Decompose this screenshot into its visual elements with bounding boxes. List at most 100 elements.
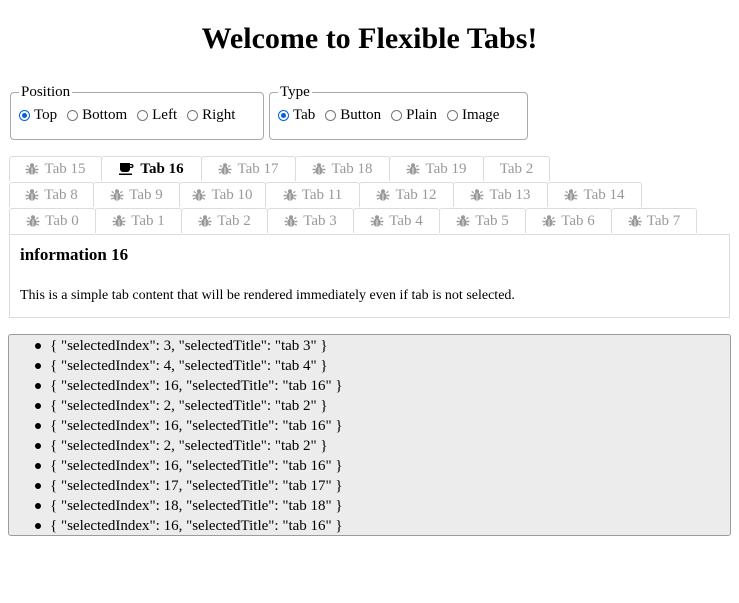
bug-icon: [198, 214, 217, 228]
radio-button[interactable]: [19, 110, 30, 121]
position-option-right[interactable]: Right: [187, 107, 235, 124]
tab-tab-14[interactable]: Tab 14: [547, 182, 642, 207]
tab-label: Tab 12: [395, 186, 437, 203]
page-title: Welcome to Flexible Tabs!: [201, 22, 538, 55]
log-entry: { "selectedIndex": 16, "selectedTitle": …: [35, 376, 343, 396]
tab-label: Tab 13: [489, 186, 531, 203]
tab-tab-9[interactable]: Tab 9: [93, 182, 180, 207]
tab-tab-13[interactable]: Tab 13: [453, 182, 548, 207]
type-legend: Type: [280, 84, 310, 100]
event-log-list: { "selectedIndex": 3, "selectedTitle": "…: [35, 336, 343, 536]
log-entry: { "selectedIndex": 4, "selectedTitle": "…: [35, 356, 343, 376]
radio-label: Plain: [406, 107, 437, 123]
log-entry: { "selectedIndex": 16, "selectedTitle": …: [35, 456, 343, 476]
tab-label: Tab 3: [303, 212, 337, 229]
tab-row-1: Tab 15 Tab 16 Tab 17 Tab 18 Tab 19 Tab 2: [9, 156, 550, 181]
tab-tab-4[interactable]: Tab 4: [353, 208, 440, 233]
radio-label: Tab: [293, 107, 316, 123]
tab-label: Tab 4: [389, 212, 423, 229]
bug-icon: [25, 162, 44, 176]
position-option-bottom[interactable]: Bottom: [67, 107, 127, 124]
tab-label: Tab 14: [583, 186, 625, 203]
type-fieldset: Type Tab Button Plain Image: [269, 84, 528, 140]
tab-label: Tab 2: [499, 160, 534, 177]
radio-label: Button: [340, 107, 382, 123]
tab-label: Tab 2: [217, 212, 251, 229]
content-heading: information 16: [20, 245, 129, 264]
tab-label: Tab 7: [646, 212, 681, 229]
tab-tab-5[interactable]: Tab 5: [439, 208, 526, 233]
tab-tab-17[interactable]: Tab 17: [201, 156, 296, 181]
bug-icon: [312, 162, 331, 176]
type-option-button[interactable]: Button: [325, 107, 381, 124]
tab-label: Tab 19: [425, 160, 467, 177]
tab-row-3: Tab 0 Tab 1 Tab 2 Tab 3 Tab 4 Tab 5 Tab 6 Tab 7: [9, 208, 697, 233]
type-option-tab[interactable]: Tab: [278, 107, 315, 124]
tab-label: Tab 1: [131, 212, 165, 229]
tab-label: Tab 9: [129, 186, 163, 203]
tab-tab-7[interactable]: Tab 7: [611, 208, 697, 233]
radio-button[interactable]: [67, 110, 79, 121]
bug-icon: [370, 214, 389, 228]
log-entry: { "selectedIndex": 17, "selectedTitle": …: [35, 476, 343, 496]
tab-label: Tab 5: [475, 212, 509, 229]
type-option-image[interactable]: Image: [446, 107, 500, 124]
tab-tab-16[interactable]: Tab 16: [101, 156, 202, 181]
radio-label: Top: [34, 107, 58, 123]
tab-tab-12[interactable]: Tab 12: [359, 182, 454, 207]
position-fieldset: Position Top Bottom Left Right: [10, 84, 264, 140]
tab-label: Tab 8: [44, 186, 78, 203]
tab-tab-15[interactable]: Tab 15: [9, 156, 102, 181]
tab-tab-1[interactable]: Tab 1: [95, 208, 182, 233]
bug-icon: [26, 214, 45, 228]
tab-tab-6[interactable]: Tab 6: [525, 208, 612, 233]
tab-tab-11[interactable]: Tab 11: [265, 182, 360, 207]
type-option-plain[interactable]: Plain: [391, 107, 437, 124]
tab-label: Tab 16: [140, 160, 184, 177]
tab-label: Tab 18: [331, 160, 373, 177]
bug-icon: [564, 188, 583, 202]
log-entry: { "selectedIndex": 3, "selectedTitle": "…: [35, 336, 343, 356]
tab-label: Tab 0: [45, 212, 79, 229]
tab-label: Tab 17: [237, 160, 279, 177]
log-entry: { "selectedIndex": 16, "selectedTitle": …: [35, 516, 343, 536]
event-log: { "selectedIndex": 3, "selectedTitle": "…: [8, 334, 731, 536]
tab-label: Tab 10: [211, 186, 253, 203]
tab-tab-8[interactable]: Tab 8: [9, 182, 94, 207]
tab-tab-0[interactable]: Tab 0: [9, 208, 96, 233]
radio-button[interactable]: [325, 110, 337, 121]
radio-label: Left: [152, 107, 178, 123]
radio-label: Bottom: [82, 107, 128, 123]
tab-tab-2[interactable]: Tab 2: [181, 208, 268, 233]
tab-tab-2[interactable]: Tab 2: [483, 156, 550, 181]
bug-icon: [192, 188, 211, 202]
bug-icon: [110, 188, 129, 202]
tab-label: Tab 11: [301, 186, 343, 203]
tab-tab-18[interactable]: Tab 18: [295, 156, 390, 181]
log-entry: { "selectedIndex": 18, "selectedTitle": …: [35, 496, 343, 516]
radio-button[interactable]: [446, 110, 458, 121]
radio-button[interactable]: [187, 110, 199, 121]
position-option-top[interactable]: Top: [19, 107, 57, 124]
radio-label: Image: [461, 107, 500, 123]
tab-label: Tab 15: [44, 160, 86, 177]
position-legend: Position: [21, 84, 71, 100]
log-entry: { "selectedIndex": 2, "selectedTitle": "…: [35, 396, 343, 416]
tab-tab-3[interactable]: Tab 3: [267, 208, 354, 233]
tab-tab-19[interactable]: Tab 19: [389, 156, 484, 181]
bug-icon: [25, 188, 44, 202]
bug-icon: [376, 188, 395, 202]
position-option-left[interactable]: Left: [137, 107, 177, 124]
bug-icon: [406, 162, 425, 176]
radio-button[interactable]: [278, 110, 289, 121]
bug-icon: [470, 188, 489, 202]
bug-icon: [542, 214, 561, 228]
radio-button[interactable]: [391, 110, 403, 121]
bug-icon: [456, 214, 475, 228]
radio-label: Right: [202, 107, 236, 123]
tab-tab-10[interactable]: Tab 10: [179, 182, 266, 207]
radio-button[interactable]: [137, 110, 149, 121]
tab-row-2: Tab 8 Tab 9 Tab 10 Tab 11 Tab 12 Tab 13 Tab 14: [9, 182, 642, 207]
tab-label: Tab 6: [561, 212, 595, 229]
coffee-icon: [119, 162, 140, 176]
